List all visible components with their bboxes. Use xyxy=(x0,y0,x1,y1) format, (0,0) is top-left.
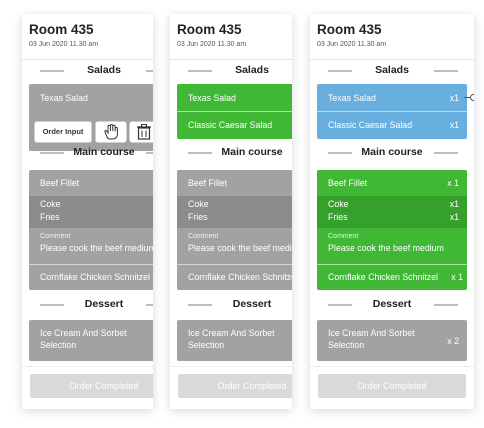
item-row-beef-fillet[interactable]: Beef Fillet xyxy=(177,170,292,196)
salads-block[interactable]: Texas Salad x1 Classic Caesar Salad x1 xyxy=(317,84,467,139)
item-row-coke-fries[interactable]: Coke x1 Fries x1 xyxy=(317,196,467,228)
dessert-block[interactable]: Ice Cream And Sorbet Selection x 2 xyxy=(317,320,467,361)
order-date: 03 Jun 2020 11.30 am xyxy=(317,41,387,48)
order-date: 03 Jun 2020 11.30 am xyxy=(177,41,247,48)
item-row-texas-salad[interactable]: Texas Salad xyxy=(177,84,292,111)
item-quantity: x 2 xyxy=(447,336,459,346)
comment-row: Comment Please cook the beef medium xyxy=(40,233,153,253)
section-header-dessert: Dessert xyxy=(22,296,153,314)
order-card-3: Room 435 03 Jun 2020 11.30 am Salads Tex… xyxy=(310,14,474,409)
room-title: Room 435 xyxy=(177,22,242,37)
header-divider xyxy=(22,59,153,60)
main-course-block[interactable]: Beef Fillet x 1 Coke x1 Fries x1 Comment… xyxy=(317,170,467,290)
item-quantity: x1 xyxy=(449,120,459,130)
main-course-block[interactable]: Beef Fillet Coke Fries Comment Please co… xyxy=(29,170,153,290)
item-row-texas-salad[interactable]: Texas Salad x1 xyxy=(317,84,467,111)
order-date: 03 Jun 2020 11.30 am xyxy=(29,41,99,48)
main-course-block[interactable]: Beef Fillet Coke Fries Comment Please co… xyxy=(177,170,292,290)
item-quantity: x 1 xyxy=(451,272,463,282)
item-row-ice-cream[interactable]: Ice Cream And Sorbet Selection xyxy=(177,320,292,361)
item-quantity: x 1 xyxy=(447,178,459,188)
item-row-caesar-salad[interactable]: Classic Caesar Salad xyxy=(177,112,292,139)
item-row-coke-fries[interactable]: Coke Fries xyxy=(177,196,292,228)
item-row-caesar-salad[interactable]: Classic Caesar Salad x1 xyxy=(317,112,467,139)
drag-handle-icon[interactable] xyxy=(470,94,474,101)
hand-icon[interactable] xyxy=(95,121,127,143)
section-header-salads: Salads xyxy=(310,62,474,80)
order-card-1: Room 435 03 Jun 2020 11.30 am Salads Tex… xyxy=(22,14,153,409)
section-header-dessert: Dessert xyxy=(310,296,474,314)
section-header-main-course: Main course xyxy=(170,144,292,162)
section-header-main-course: Main course xyxy=(22,144,153,162)
order-card-2: Room 435 03 Jun 2020 11.30 am Salads Tex… xyxy=(170,14,292,409)
order-completed-button[interactable]: Order Completed xyxy=(178,374,292,398)
item-row-schnitzel[interactable]: Cornflake Chicken Schnitzel x 1 xyxy=(317,265,467,290)
section-header-dessert: Dessert xyxy=(170,296,292,314)
comment-row: Comment Please cook the beef medium xyxy=(328,233,444,253)
item-row-coke-fries[interactable]: Coke Fries xyxy=(29,196,153,228)
item-row-schnitzel[interactable]: Cornflake Chicken Schnitzel xyxy=(29,265,153,290)
section-header-main-course: Main course xyxy=(310,144,474,162)
dessert-block[interactable]: Ice Cream And Sorbet Selection xyxy=(177,320,292,361)
item-row-texas-salad[interactable]: Texas Salad xyxy=(29,84,153,112)
dessert-block[interactable]: Ice Cream And Sorbet Selection xyxy=(29,320,153,361)
order-completed-button[interactable]: Order Completed xyxy=(318,374,466,398)
item-row-beef-fillet[interactable]: Beef Fillet x 1 xyxy=(317,170,467,196)
section-header-salads: Salads xyxy=(170,62,292,80)
order-completed-button[interactable]: Order Completed xyxy=(30,374,153,398)
trash-icon[interactable] xyxy=(129,121,153,143)
salads-block[interactable]: Texas Salad Classic Caesar Salad xyxy=(177,84,292,139)
salads-block[interactable]: Texas Salad Order Input xyxy=(29,84,153,151)
comment-row: Comment Please cook the beef medium xyxy=(188,233,292,253)
item-row-beef-fillet[interactable]: Beef Fillet xyxy=(29,170,153,196)
item-row-schnitzel[interactable]: Cornflake Chicken Schnitzel xyxy=(177,265,292,290)
item-row-ice-cream[interactable]: Ice Cream And Sorbet Selection xyxy=(29,320,153,361)
order-input-button[interactable]: Order Input xyxy=(34,121,92,143)
room-title: Room 435 xyxy=(29,22,94,37)
item-name: Texas Salad xyxy=(40,93,88,103)
section-header-salads: Salads xyxy=(22,62,153,80)
item-quantity: x1 xyxy=(449,93,459,103)
room-title: Room 435 xyxy=(317,22,382,37)
item-row-ice-cream[interactable]: Ice Cream And Sorbet Selection x 2 xyxy=(317,320,467,361)
